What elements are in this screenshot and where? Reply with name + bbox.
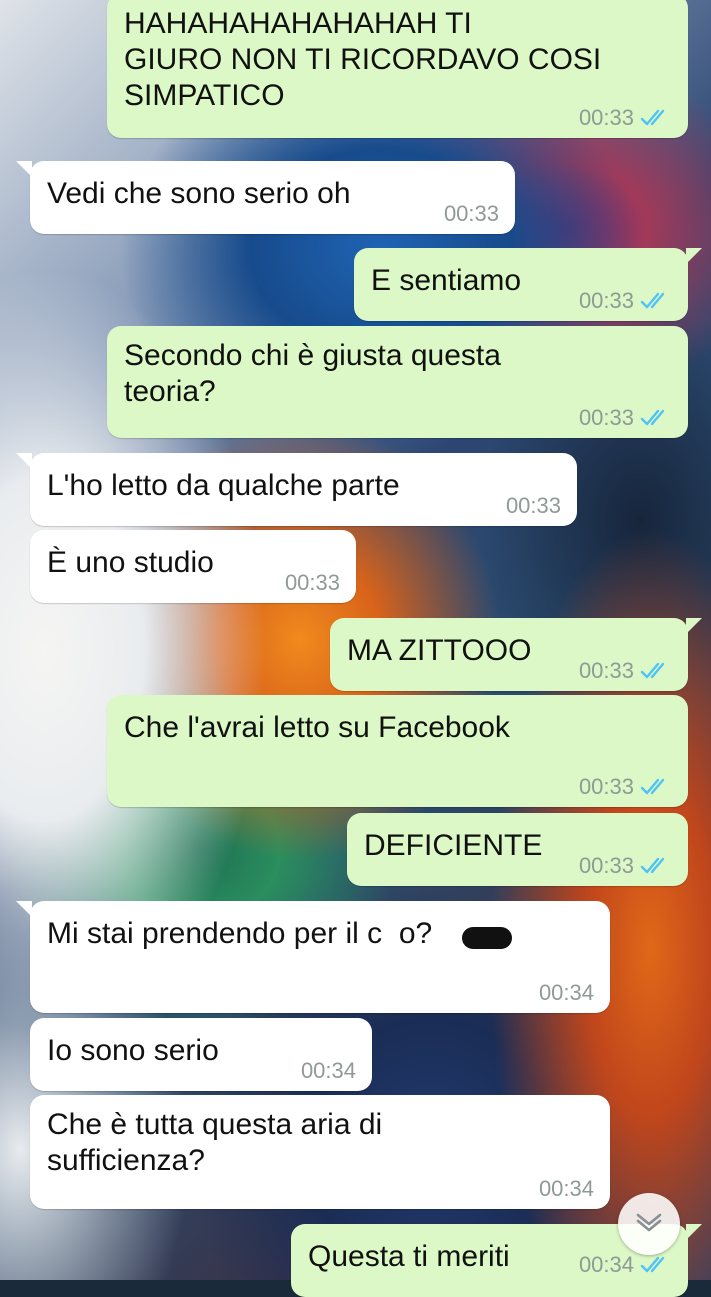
message-incoming[interactable]: Che è tutta questa aria di sufficienza? … — [30, 1095, 610, 1209]
double-check-icon — [640, 291, 672, 311]
message-text: Che è tutta questa aria di sufficienza? — [47, 1108, 383, 1177]
scroll-to-bottom-button[interactable] — [618, 1193, 680, 1255]
message-outgoing[interactable]: Che l'avrai letto su Facebook 00:33 — [107, 695, 688, 807]
message-incoming[interactable]: L'ho letto da qualche parte 00:33 — [16, 453, 577, 526]
message-time: 00:34 — [578, 1252, 634, 1277]
message-text: Secondo chi è giusta questa teoria? — [124, 339, 501, 408]
message-time: 00:33 — [578, 405, 634, 430]
message-time: 00:33 — [443, 201, 499, 226]
double-check-icon — [640, 856, 672, 876]
message-text: L'ho letto da qualche parte — [47, 469, 400, 502]
double-check-icon — [640, 777, 672, 797]
message-time: 00:33 — [284, 570, 340, 595]
double-check-icon — [640, 108, 672, 128]
message-time: 00:33 — [505, 493, 561, 518]
message-incoming[interactable]: È uno studio 00:33 — [30, 530, 356, 603]
message-time: 00:33 — [578, 658, 634, 683]
redaction-scribble — [462, 927, 512, 949]
message-outgoing[interactable]: Secondo chi è giusta questa teoria? 00:3… — [107, 326, 688, 438]
message-time: 00:33 — [578, 774, 634, 799]
message-text: Che l'avrai letto su Facebook — [124, 711, 510, 744]
message-outgoing[interactable]: E sentiamo 00:33 — [354, 248, 702, 321]
double-check-icon — [640, 1255, 672, 1275]
message-time: 00:33 — [578, 853, 634, 878]
message-time: 00:34 — [538, 1176, 594, 1201]
message-outgoing[interactable]: HAHAHAHAHAHAHAH TI GIURO NON TI RICORDAV… — [107, 0, 688, 138]
message-text: Vedi che sono serio oh — [47, 177, 351, 210]
chevron-down-icon — [634, 1211, 664, 1238]
message-outgoing[interactable]: MA ZITTOOO 00:33 — [330, 618, 702, 691]
double-check-icon — [640, 408, 672, 428]
message-incoming[interactable]: Mi stai prendendo per il c o? 00:34 — [16, 901, 610, 1013]
message-outgoing[interactable]: DEFICIENTE 00:33 — [347, 813, 688, 886]
message-time: 00:34 — [300, 1058, 356, 1083]
message-incoming[interactable]: Io sono serio 00:34 — [30, 1018, 372, 1091]
double-check-icon — [640, 661, 672, 681]
message-incoming[interactable]: Vedi che sono serio oh 00:33 — [16, 161, 515, 234]
message-text: HAHAHAHAHAHAHAH TI GIURO NON TI RICORDAV… — [124, 7, 602, 112]
message-time: 00:33 — [578, 288, 634, 313]
message-time: 00:34 — [538, 980, 594, 1005]
message-time: 00:33 — [578, 105, 634, 130]
